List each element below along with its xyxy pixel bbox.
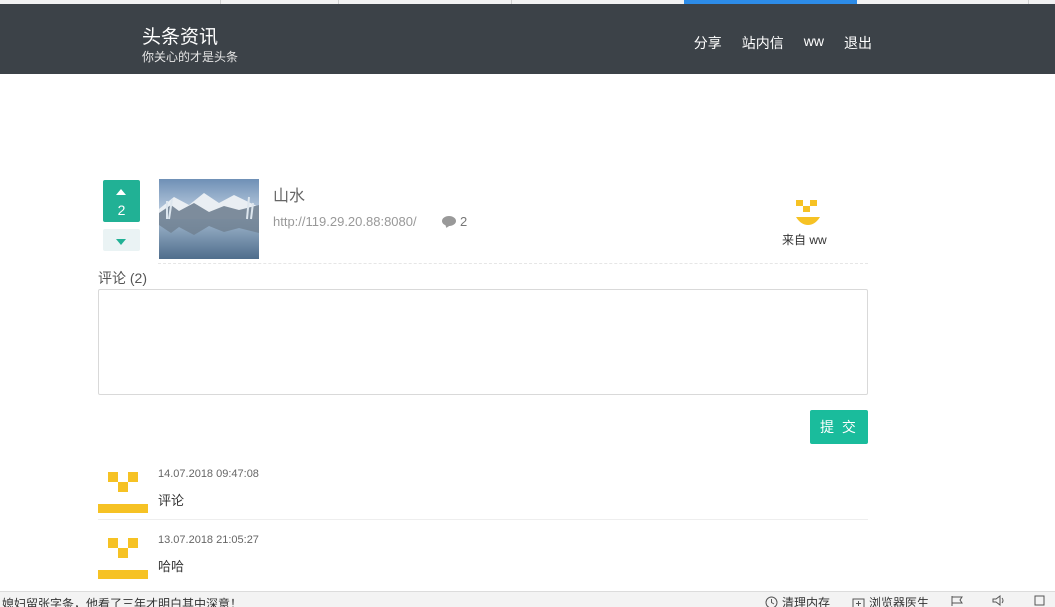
comment-bubble-icon — [442, 215, 456, 229]
speaker-icon — [992, 595, 1004, 606]
nav-logout-link[interactable]: 退出 — [844, 33, 872, 53]
landscape-image — [159, 179, 259, 259]
comment-input[interactable] — [98, 289, 868, 395]
browser-doctor-button[interactable]: 浏览器医生 — [852, 594, 929, 607]
comment-time: 14.07.2018 09:47:08 — [158, 468, 259, 480]
comment-text: 哈哈 — [158, 559, 185, 574]
comment-text: 评论 — [158, 493, 185, 508]
upvote-button[interactable]: 2 — [103, 180, 140, 222]
news-title[interactable]: 山水 — [273, 182, 305, 206]
news-link[interactable]: http://119.29.20.88:8080/ — [273, 214, 417, 229]
comments-heading: 评论 (2) — [98, 270, 147, 286]
header-nav: 分享 站内信 ww 退出 — [694, 33, 872, 53]
vote-count: 2 — [117, 202, 126, 218]
site-title[interactable]: 头条资讯 — [142, 22, 218, 49]
news-divider — [158, 263, 868, 264]
window-toggle-button[interactable] — [1033, 594, 1046, 607]
avatar-icon — [796, 200, 820, 225]
clock-icon — [765, 596, 778, 607]
nav-user-link[interactable]: ww — [804, 33, 824, 53]
comment-time: 13.07.2018 21:05:27 — [158, 534, 259, 546]
author-avatar[interactable] — [793, 198, 823, 233]
browser-status-bar: 媳妇留张字条，他看了三年才明白其中深意！ 清理内存 浏览器医生 — [0, 591, 1055, 607]
site-header: 头条资讯 你关心的才是头条 分享 站内信 ww 退出 — [0, 4, 1055, 74]
comment-count-meta: 2 — [442, 214, 467, 229]
site-subtitle: 你关心的才是头条 — [142, 50, 239, 64]
news-thumbnail[interactable] — [159, 179, 259, 259]
avatar-icon — [98, 538, 148, 579]
status-flag-button[interactable] — [950, 594, 965, 607]
clean-memory-button[interactable]: 清理内存 — [765, 594, 830, 607]
clean-memory-label: 清理内存 — [782, 596, 831, 607]
commenter-avatar[interactable] — [98, 532, 148, 579]
submit-comment-button[interactable]: 提 交 — [810, 410, 868, 444]
flag-icon — [951, 596, 963, 606]
arrow-up-icon — [116, 189, 126, 195]
volume-button[interactable] — [992, 594, 1006, 607]
comment-count: 2 — [460, 214, 468, 229]
commenter-avatar[interactable] — [98, 466, 148, 513]
arrow-down-icon — [116, 239, 126, 245]
downvote-button[interactable] — [103, 229, 140, 251]
nav-share-link[interactable]: 分享 — [694, 33, 722, 53]
comment-separator — [98, 519, 868, 520]
nav-messages-link[interactable]: 站内信 — [742, 33, 784, 53]
medical-kit-icon — [852, 598, 865, 607]
avatar-icon — [98, 472, 148, 513]
author-label[interactable]: 来自 ww — [782, 231, 827, 248]
browser-doctor-label: 浏览器医生 — [869, 596, 930, 607]
status-news-ticker[interactable]: 媳妇留张字条，他看了三年才明白其中深意！ — [2, 595, 242, 607]
window-icon — [1034, 595, 1045, 606]
